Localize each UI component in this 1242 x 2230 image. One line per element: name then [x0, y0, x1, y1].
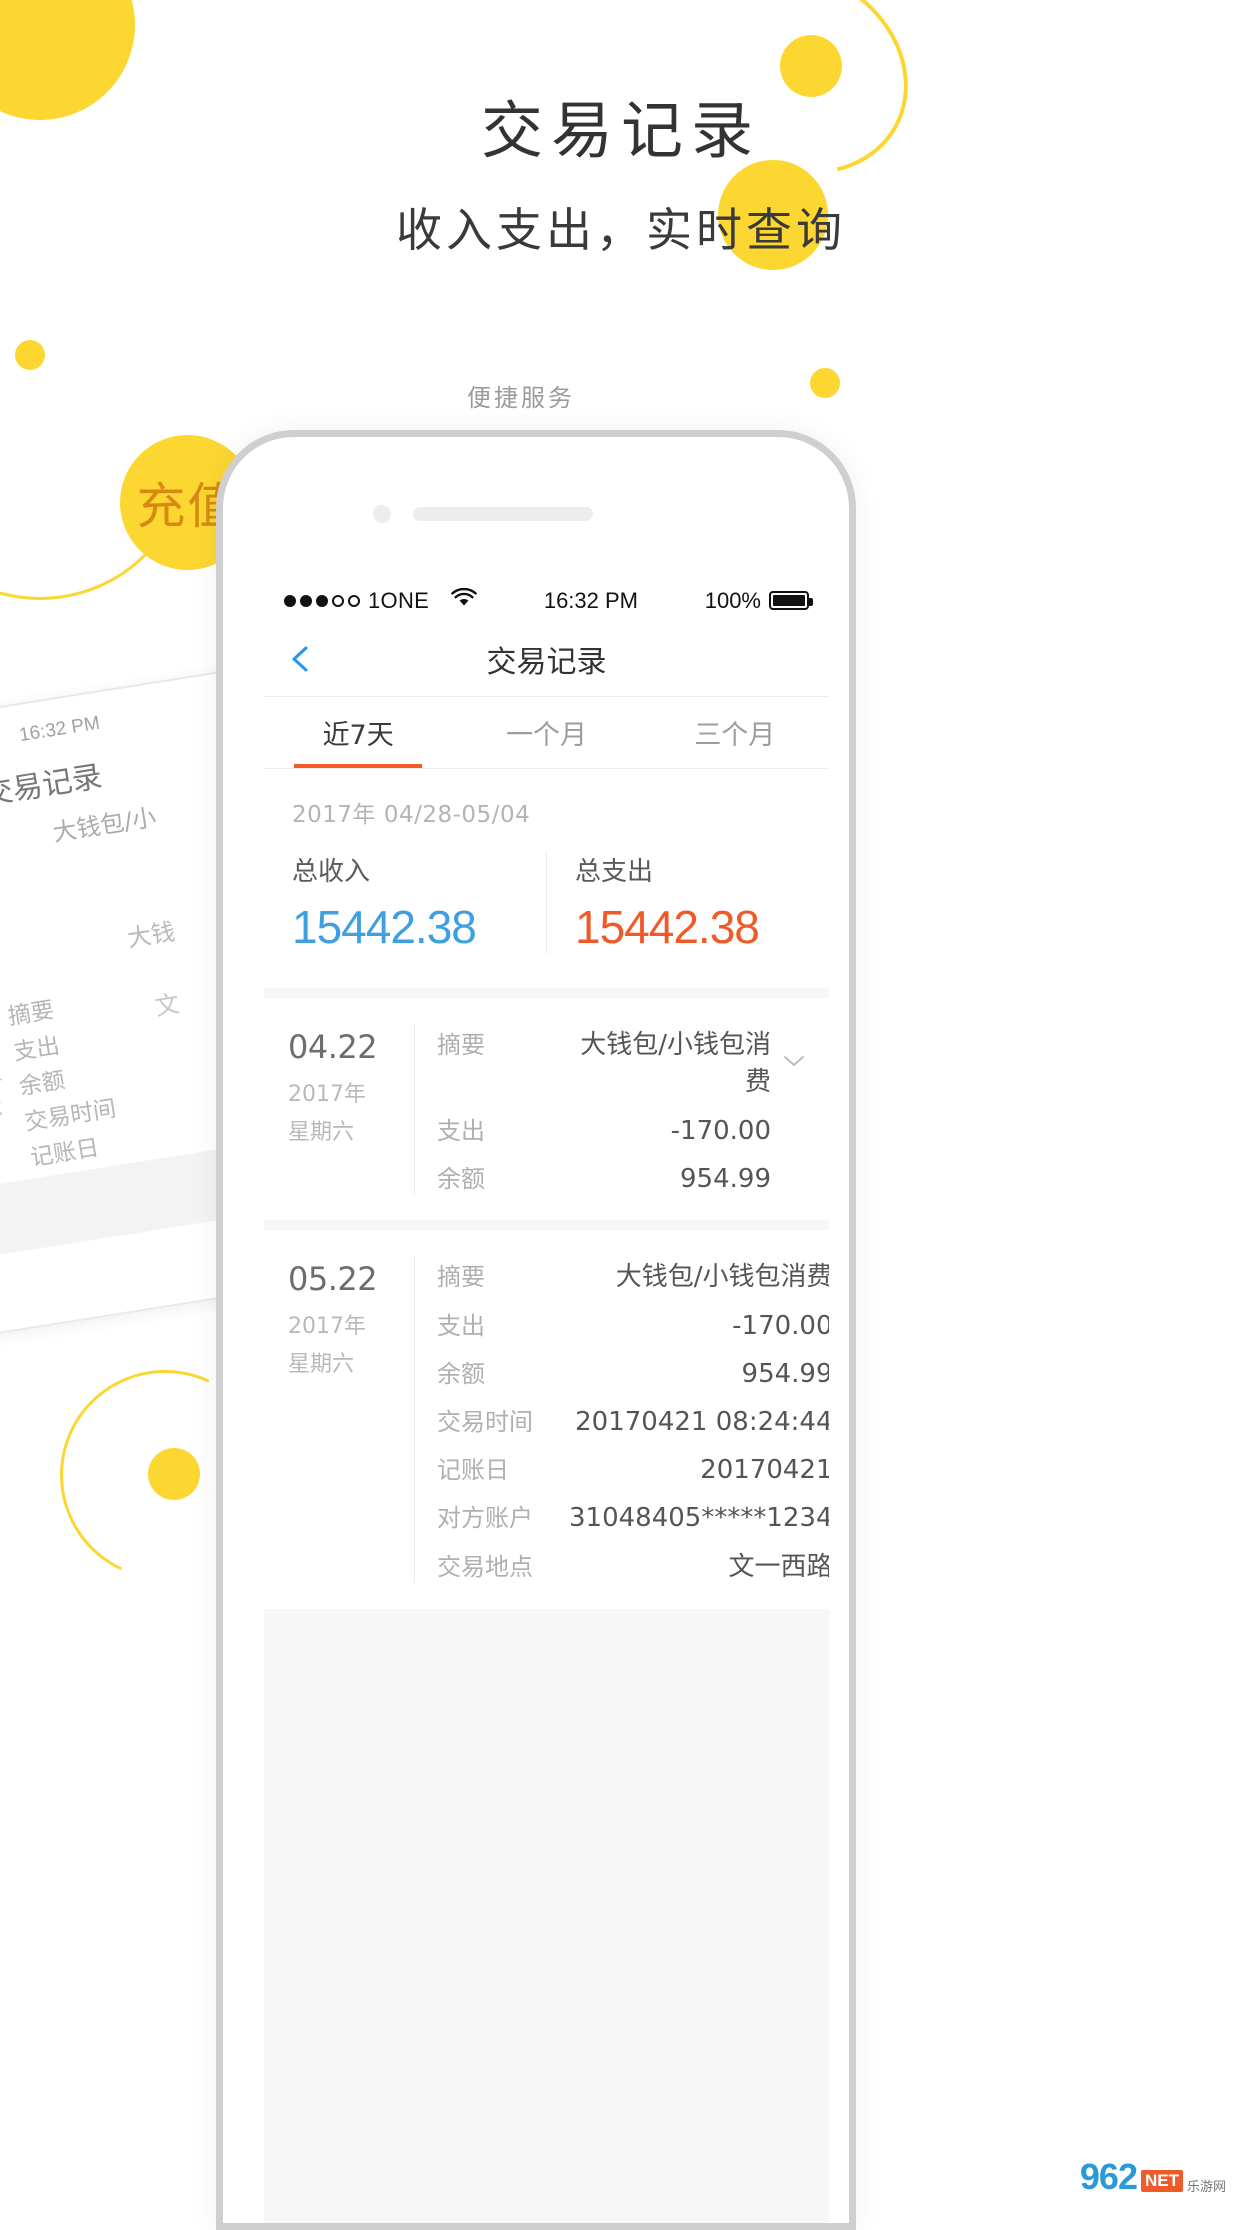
- decorative-arc-left: [0, 300, 190, 600]
- detail-value: 文一西路: [728, 1552, 830, 1582]
- phone-speaker: [413, 507, 593, 521]
- detail-label: 交易时间: [437, 1408, 533, 1436]
- transaction-details: 摘要 大钱包/小钱包消费 支出 -170.00 余额 954.99: [414, 1024, 805, 1194]
- transaction-weekday: 星期六: [288, 1352, 355, 1377]
- detail-value: 954.99: [680, 1164, 771, 1194]
- period-tabs: 近7天 一个月 三个月: [264, 697, 829, 769]
- phone-volume-up-button[interactable]: [216, 737, 217, 815]
- summary-income-label: 总收入: [292, 857, 371, 887]
- transaction-weekday: 星期六: [288, 1120, 355, 1145]
- detail-row: 余额 954.99: [437, 1159, 805, 1194]
- detail-value: -170.00: [670, 1116, 771, 1146]
- tab-one-month[interactable]: 一个月: [452, 697, 640, 768]
- service-label: 便捷服务: [467, 384, 575, 412]
- detail-value: 31048405*****1234: [569, 1503, 829, 1533]
- nav-title: 交易记录: [486, 645, 607, 680]
- detail-value: 大钱包/小钱包消费: [615, 1262, 829, 1292]
- tab-three-months[interactable]: 三个月: [641, 697, 829, 768]
- chevron-down-icon[interactable]: [779, 1054, 805, 1068]
- battery-icon: [769, 591, 813, 610]
- ghost-time: 16:32 PM: [17, 712, 102, 747]
- watermark-number: 962: [1079, 2156, 1138, 2197]
- phone-screen: 1ONE 16:32 PM 100% 交易记录 近7天 一个月 三个月 2017…: [264, 579, 829, 2223]
- phone-mockup: 1ONE 16:32 PM 100% 交易记录 近7天 一个月 三个月 2017…: [216, 430, 856, 2230]
- ghost-column-2: 摘要 支出 余额 交易时间 记账日 对方账户 交易地点: [6, 997, 135, 1242]
- detail-row: 支出 -170.00: [437, 1111, 805, 1146]
- phone-volume-down-button[interactable]: [216, 837, 217, 915]
- ghost-date-year: 2017年: [0, 1065, 4, 1099]
- detail-row: 支出 -170.00: [437, 1306, 829, 1341]
- tab-label: 一个月: [505, 720, 587, 751]
- watermark-cn-text: 乐游网: [1186, 2180, 1226, 2196]
- detail-label: 摘要: [437, 1263, 485, 1291]
- page-subtitle: 收入支出，实时查询: [396, 203, 846, 257]
- summary-expense-label: 总支出: [575, 857, 654, 887]
- decorative-circle-bottom: [148, 1448, 200, 1500]
- detail-row: 余额 954.99: [437, 1354, 829, 1389]
- detail-label: 记账日: [437, 1456, 509, 1484]
- transaction-year: 2017年: [288, 1314, 366, 1339]
- ghost-subtitle-2: 大钱: [125, 917, 178, 953]
- detail-label: 摘要: [437, 1031, 485, 1059]
- summary-card: 2017年 04/28-05/04 总收入 15442.38 总支出 15442…: [264, 769, 829, 988]
- transaction-details: 摘要 大钱包/小钱包消费 支出 -170.00 余额 954.99: [414, 1256, 829, 1583]
- tab-last-7-days[interactable]: 近7天: [264, 697, 452, 768]
- transaction-row[interactable]: 05.22 2017年 星期六 摘要 大钱包/小钱包消费 支出 -170.00: [264, 1230, 829, 1609]
- summary-income-block: 总收入 15442.38: [264, 851, 546, 954]
- summary-income-value: 15442.38: [292, 901, 477, 953]
- transaction-date: 05.22 2017年 星期六: [288, 1256, 414, 1583]
- chevron-left-icon[interactable]: [284, 642, 318, 676]
- detail-value: 954.99: [741, 1359, 829, 1389]
- phone-power-button[interactable]: [855, 697, 856, 793]
- status-bar: 1ONE 16:32 PM 100%: [264, 579, 829, 622]
- ghost-subtitle-3: 文: [153, 989, 182, 1022]
- detail-row: 交易地点 文一西路: [437, 1546, 829, 1583]
- detail-label: 交易地点: [437, 1553, 533, 1581]
- summary-expense-value: 15442.38: [575, 901, 760, 953]
- detail-row: 摘要 大钱包/小钱包消费: [437, 1256, 829, 1293]
- navigation-bar: 交易记录: [264, 622, 829, 697]
- transaction-date: 04.22 2017年 星期六: [288, 1024, 414, 1194]
- ghost-title: 交易记录: [0, 759, 105, 813]
- site-watermark: 962 NET 乐游网: [1080, 2156, 1226, 2198]
- detail-row: 摘要 大钱包/小钱包消费: [437, 1024, 805, 1098]
- transaction-day: 05.22: [288, 1260, 378, 1298]
- phone-mute-button[interactable]: [216, 652, 217, 694]
- transaction-year: 2017年: [288, 1082, 366, 1107]
- carrier-label: 1ONE: [368, 587, 430, 613]
- detail-label: 对方账户: [437, 1504, 533, 1532]
- transaction-row[interactable]: 04.22 2017年 星期六 摘要 大钱包/小钱包消费 支出 -170.00: [264, 998, 829, 1220]
- detail-value: 大钱包/小钱包消费: [580, 1030, 771, 1097]
- hero-header: 交易记录 收入支出，实时查询: [0, 80, 1242, 260]
- ghost-subtitle: 大钱包/小: [50, 803, 159, 848]
- detail-value: 20170421 08:24:44: [575, 1407, 829, 1437]
- summary-date-range: 2017年 04/28-05/04: [292, 802, 531, 828]
- watermark-net-badge: NET: [1140, 2170, 1183, 2192]
- detail-value: -170.00: [732, 1311, 829, 1341]
- detail-label: 支出: [437, 1117, 485, 1145]
- detail-value: 20170421: [700, 1455, 829, 1485]
- tab-label: 三个月: [694, 720, 776, 751]
- transaction-day: 04.22: [288, 1028, 378, 1066]
- decorative-dot-left: [15, 340, 45, 370]
- detail-row: 对方账户 31048405*****1234: [437, 1498, 829, 1533]
- phone-camera: [373, 505, 391, 523]
- battery-percent-label: 100%: [704, 587, 761, 613]
- wifi-icon: [451, 587, 477, 614]
- ghost-date-week: 星期六: [0, 1095, 5, 1129]
- detail-row: 记账日 20170421: [437, 1450, 829, 1485]
- detail-label: 支出: [437, 1312, 485, 1340]
- page-title: 交易记录: [480, 94, 761, 167]
- summary-expense-block: 总支出 15442.38: [546, 851, 829, 954]
- detail-row: 交易时间 20170421 08:24:44: [437, 1402, 829, 1437]
- status-bar-clock: 16:32 PM: [543, 587, 638, 613]
- detail-label: 余额: [437, 1360, 485, 1388]
- tab-label: 近7天: [322, 720, 394, 751]
- detail-label: 余额: [437, 1165, 485, 1193]
- signal-strength-icon: [284, 594, 360, 607]
